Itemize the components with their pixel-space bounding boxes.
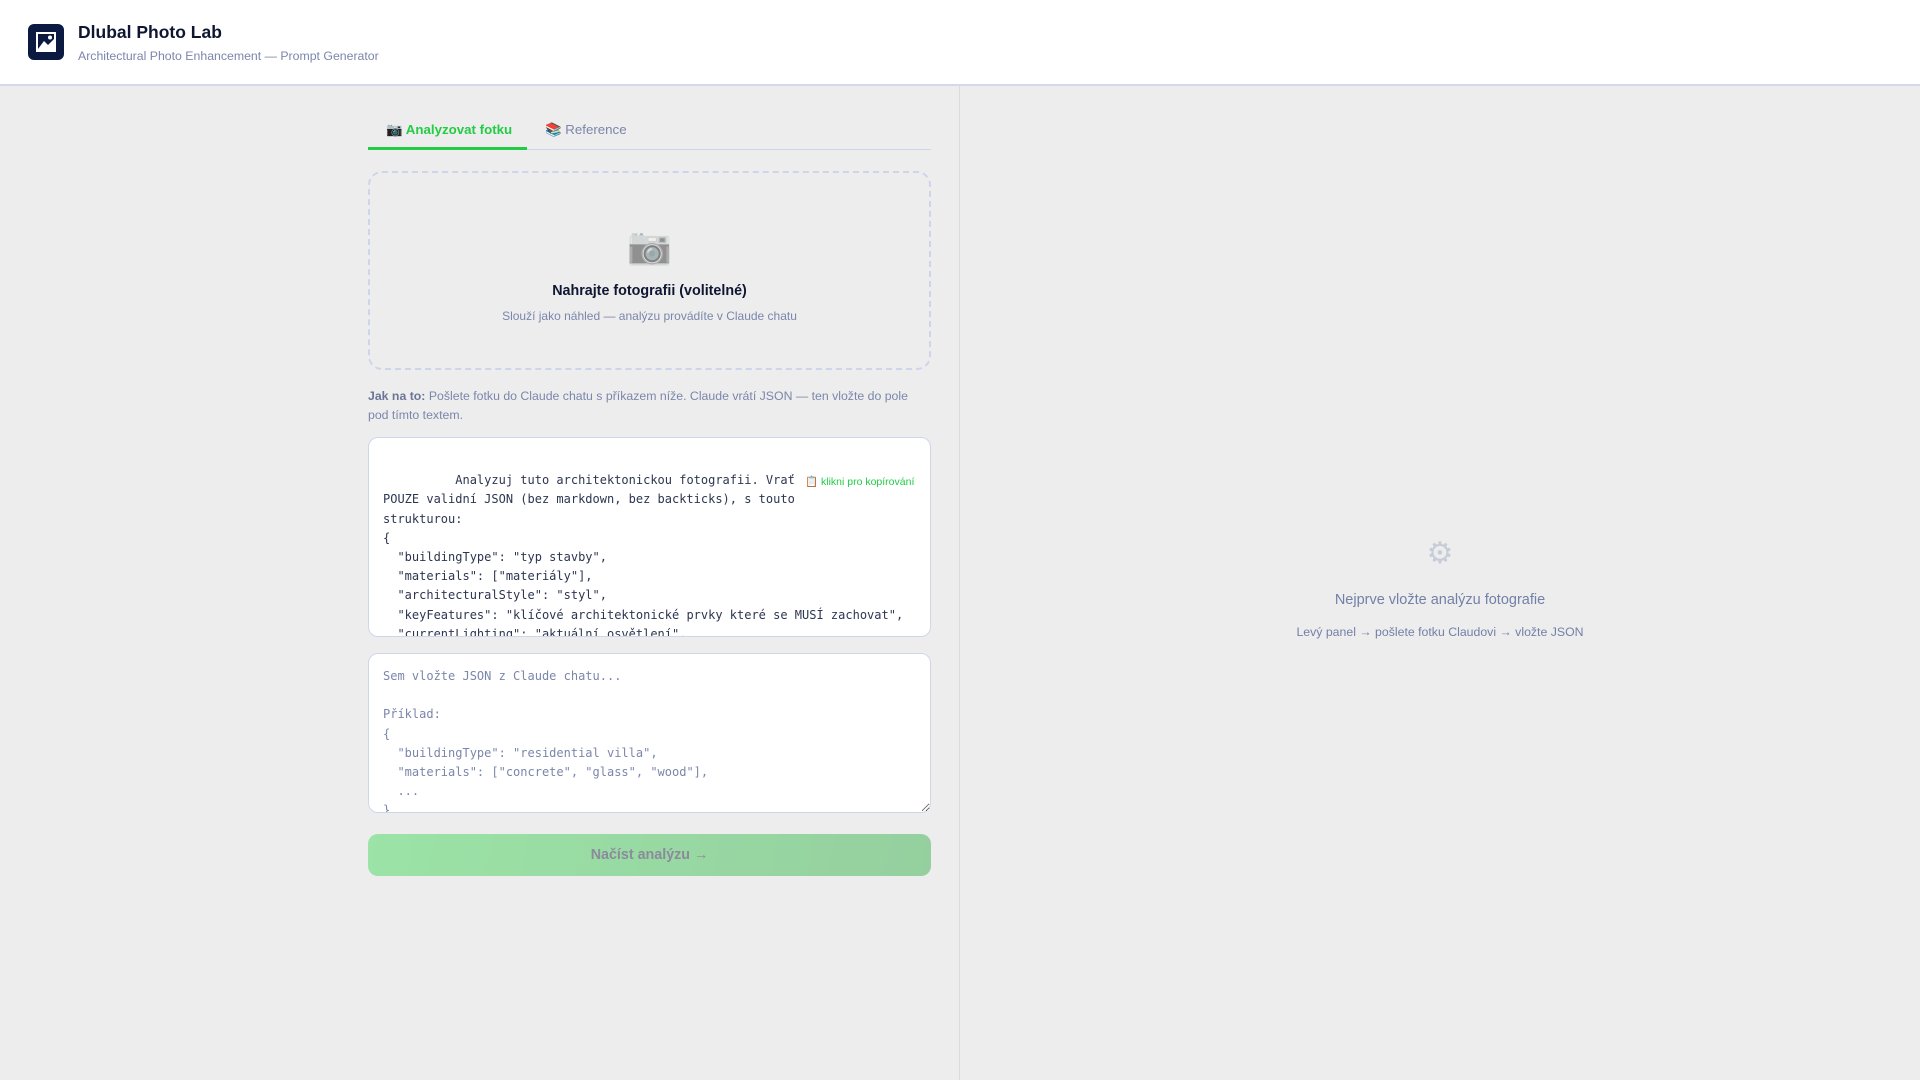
app-title: Dlubal Photo Lab	[78, 22, 222, 42]
instructions-text: Pošlete fotku do Claude chatu s příkazem…	[368, 389, 908, 422]
prompt-box[interactable]: Analyzuj tuto architektonickou fotografi…	[368, 437, 931, 637]
photo-upload-dropzone[interactable]: 📷 Nahrajte fotografii (volitelné) Slouží…	[368, 171, 931, 370]
tab-reference[interactable]: 📚 Reference	[545, 122, 627, 138]
json-input[interactable]	[368, 653, 931, 813]
active-tab-indicator	[368, 147, 527, 150]
gear-icon: ⚙	[1426, 537, 1454, 570]
instructions-label: Jak na to:	[368, 389, 426, 403]
panel-divider	[959, 86, 960, 1080]
copy-prompt-button[interactable]: 📋 klikni pro kopírování	[805, 475, 914, 488]
instructions: Jak na to: Pošlete fotku do Claude chatu…	[368, 387, 931, 425]
upload-subtitle: Slouží jako náhled — analýzu provádíte v…	[502, 309, 797, 323]
app-subtitle: Architectural Photo Enhancement — Prompt…	[78, 49, 379, 63]
load-analysis-button[interactable]: Načíst analýzu →	[368, 834, 931, 876]
empty-state-title: Nejprve vložte analýzu fotografie	[1334, 592, 1546, 608]
image-icon	[28, 24, 64, 60]
upload-title: Nahrajte fotografii (volitelné)	[552, 283, 747, 299]
tab-analyze-photo[interactable]: 📷 Analyzovat fotku	[386, 122, 512, 138]
camera-icon: 📷	[627, 225, 672, 266]
app-header: Dlubal Photo Lab Architectural Photo Enh…	[0, 0, 1920, 86]
empty-state-subtitle: Levý panel → pošlete fotku Claudovi → vl…	[1296, 625, 1584, 639]
tab-bar: 📷 Analyzovat fotku 📚 Reference	[368, 114, 931, 150]
